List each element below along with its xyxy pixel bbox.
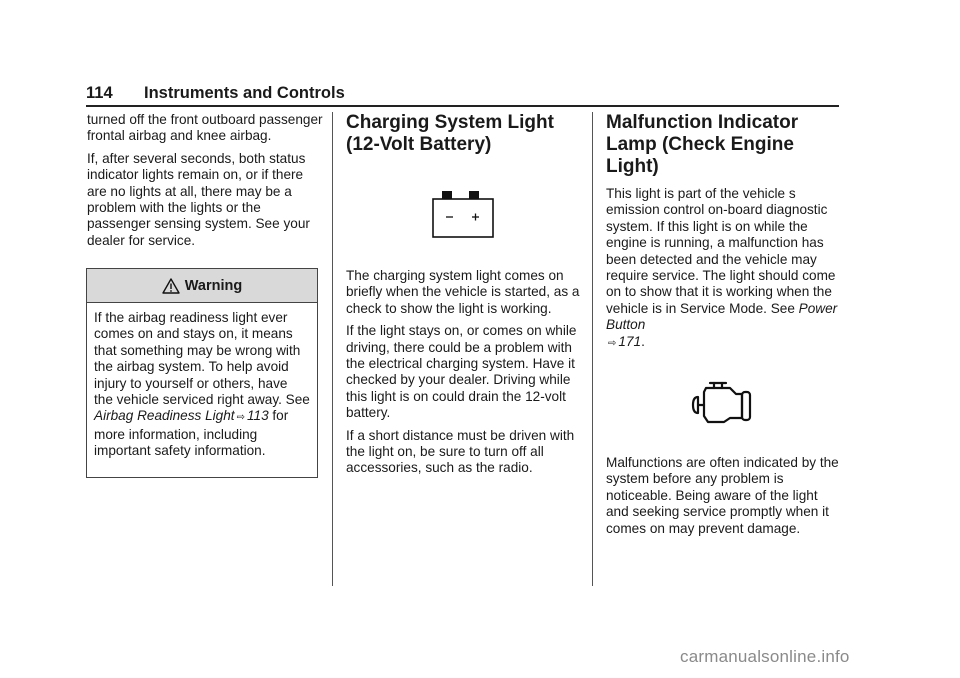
section-title: Instruments and Controls <box>144 84 345 102</box>
battery-icon <box>432 190 494 245</box>
column-divider <box>592 112 593 586</box>
warning-box: Warning If the airbag readiness light ev… <box>86 268 318 478</box>
airbag-readiness-link[interactable]: Airbag Readiness Light <box>94 408 235 423</box>
page-number: 114 <box>86 84 113 102</box>
paragraph: turned off the front outboard passenger … <box>87 112 323 144</box>
watermark: carmanualsonline.info <box>680 647 850 666</box>
page-ref-number[interactable]: 113 <box>247 408 269 423</box>
charging-system-heading: Charging System Light (12-Volt Battery) <box>346 112 554 155</box>
warning-body: If the airbag readiness light ever comes… <box>87 303 317 460</box>
page-ref-number[interactable]: 171 <box>618 334 641 349</box>
check-engine-icon <box>688 380 756 429</box>
warning-header: Warning <box>87 269 317 303</box>
warning-triangle-icon <box>162 277 180 294</box>
paragraph: If a short distance must be driven with … <box>346 427 575 476</box>
paragraph: If, after several seconds, both status i… <box>87 150 310 248</box>
malfunction-lamp-heading: Malfunction Indicator Lamp (Check Engine… <box>606 112 799 177</box>
column-divider <box>332 112 333 586</box>
paragraph-text: This light is part of the vehicle s emis… <box>606 186 836 316</box>
page-ref-arrow-icon: ⇨ <box>236 412 245 424</box>
paragraph: The charging system light comes on brief… <box>346 268 580 316</box>
charging-system-body: The charging system light comes on brief… <box>346 268 584 483</box>
column-2: Charging System Light (12-Volt Battery) <box>346 112 584 156</box>
warning-title: Warning <box>184 277 243 294</box>
warning-text: If the airbag readiness light ever comes… <box>94 310 310 408</box>
malfunction-body: Malfunctions are often indicated by the … <box>606 455 842 537</box>
paragraph: If the light stays on, or comes on while… <box>346 323 577 421</box>
column-1: turned off the front outboard passenger … <box>87 112 323 255</box>
paragraph-end: . <box>641 333 645 349</box>
column-3: Malfunction Indicator Lamp (Check Engine… <box>606 112 842 358</box>
paragraph: Malfunctions are often indicated by the … <box>606 455 839 536</box>
paragraph: This light is part of the vehicle s emis… <box>606 186 842 352</box>
page-ref-arrow-icon: ⇨ <box>608 337 617 349</box>
page-header: 114 Instruments and Controls <box>86 83 839 107</box>
